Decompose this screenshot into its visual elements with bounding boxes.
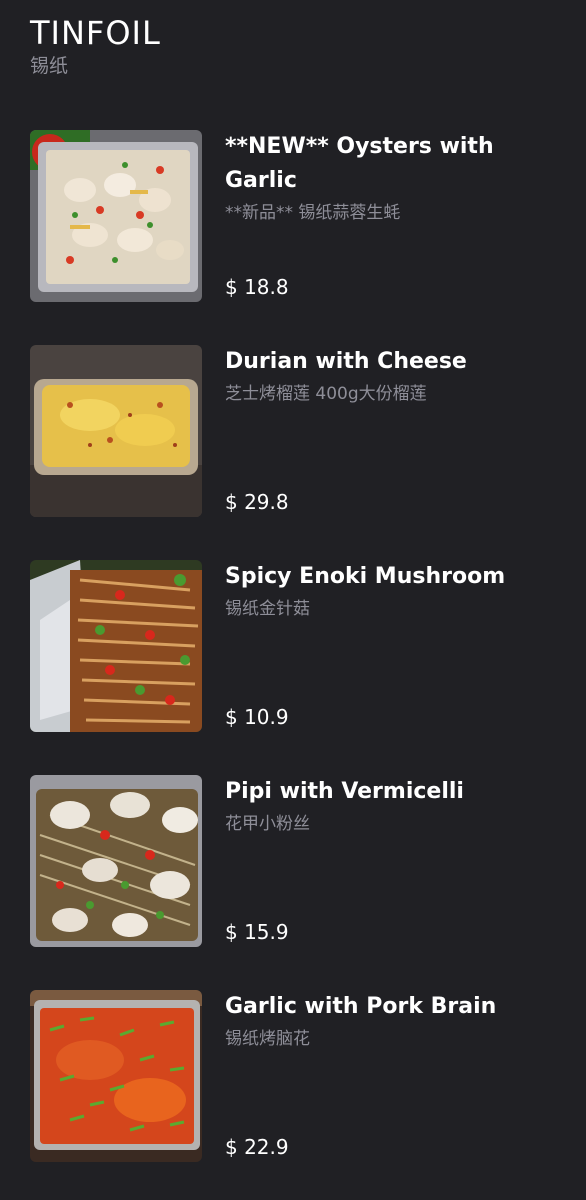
dish-image-oysters: [30, 130, 202, 302]
item-subtitle: 锡纸金针菇: [225, 599, 310, 619]
item-name: Durian with Cheese: [225, 349, 467, 374]
item-subtitle: **新品** 锡纸蒜蓉生蚝: [225, 203, 401, 223]
item-info: **NEW** Oysters with Garlic **新品** 锡纸蒜蓉生…: [225, 130, 560, 302]
section-subtitle: 锡纸: [30, 55, 69, 77]
item-info: Pipi with Vermicelli 花甲小粉丝 $ 15.9: [225, 775, 560, 947]
item-price: $ 18.8: [225, 275, 289, 299]
item-price: $ 10.9: [225, 705, 289, 729]
item-name: Garlic with Pork Brain: [225, 994, 497, 1019]
item-name: **NEW** Oysters with Garlic: [225, 134, 494, 193]
item-name: Spicy Enoki Mushroom: [225, 564, 506, 589]
dish-image-enoki: [30, 560, 202, 732]
item-subtitle: 花甲小粉丝: [225, 814, 310, 834]
dish-image-pipi: [30, 775, 202, 947]
section-header: TINFOIL 锡纸: [30, 14, 161, 78]
section-title: TINFOIL: [30, 14, 161, 52]
item-price: $ 22.9: [225, 1135, 289, 1159]
menu-item-durian[interactable]: Durian with Cheese 芝士烤榴莲 400g大份榴莲 $ 29.8: [30, 345, 560, 517]
item-info: Spicy Enoki Mushroom 锡纸金针菇 $ 10.9: [225, 560, 560, 732]
menu-item-oysters[interactable]: **NEW** Oysters with Garlic **新品** 锡纸蒜蓉生…: [30, 130, 560, 302]
item-subtitle: 锡纸烤脑花: [225, 1029, 310, 1049]
dish-image-durian: [30, 345, 202, 517]
item-info: Durian with Cheese 芝士烤榴莲 400g大份榴莲 $ 29.8: [225, 345, 560, 517]
dish-image-pork-brain: [30, 990, 202, 1162]
menu-item-pipi[interactable]: Pipi with Vermicelli 花甲小粉丝 $ 15.9: [30, 775, 560, 947]
item-price: $ 29.8: [225, 490, 289, 514]
menu-page: TINFOIL 锡纸 **NEW** Oysters with Garlic *…: [0, 0, 586, 1200]
menu-item-enoki[interactable]: Spicy Enoki Mushroom 锡纸金针菇 $ 10.9: [30, 560, 560, 732]
item-info: Garlic with Pork Brain 锡纸烤脑花 $ 22.9: [225, 990, 560, 1162]
item-price: $ 15.9: [225, 920, 289, 944]
menu-item-pork-brain[interactable]: Garlic with Pork Brain 锡纸烤脑花 $ 22.9: [30, 990, 560, 1162]
item-subtitle: 芝士烤榴莲 400g大份榴莲: [225, 384, 427, 404]
item-name: Pipi with Vermicelli: [225, 779, 464, 804]
